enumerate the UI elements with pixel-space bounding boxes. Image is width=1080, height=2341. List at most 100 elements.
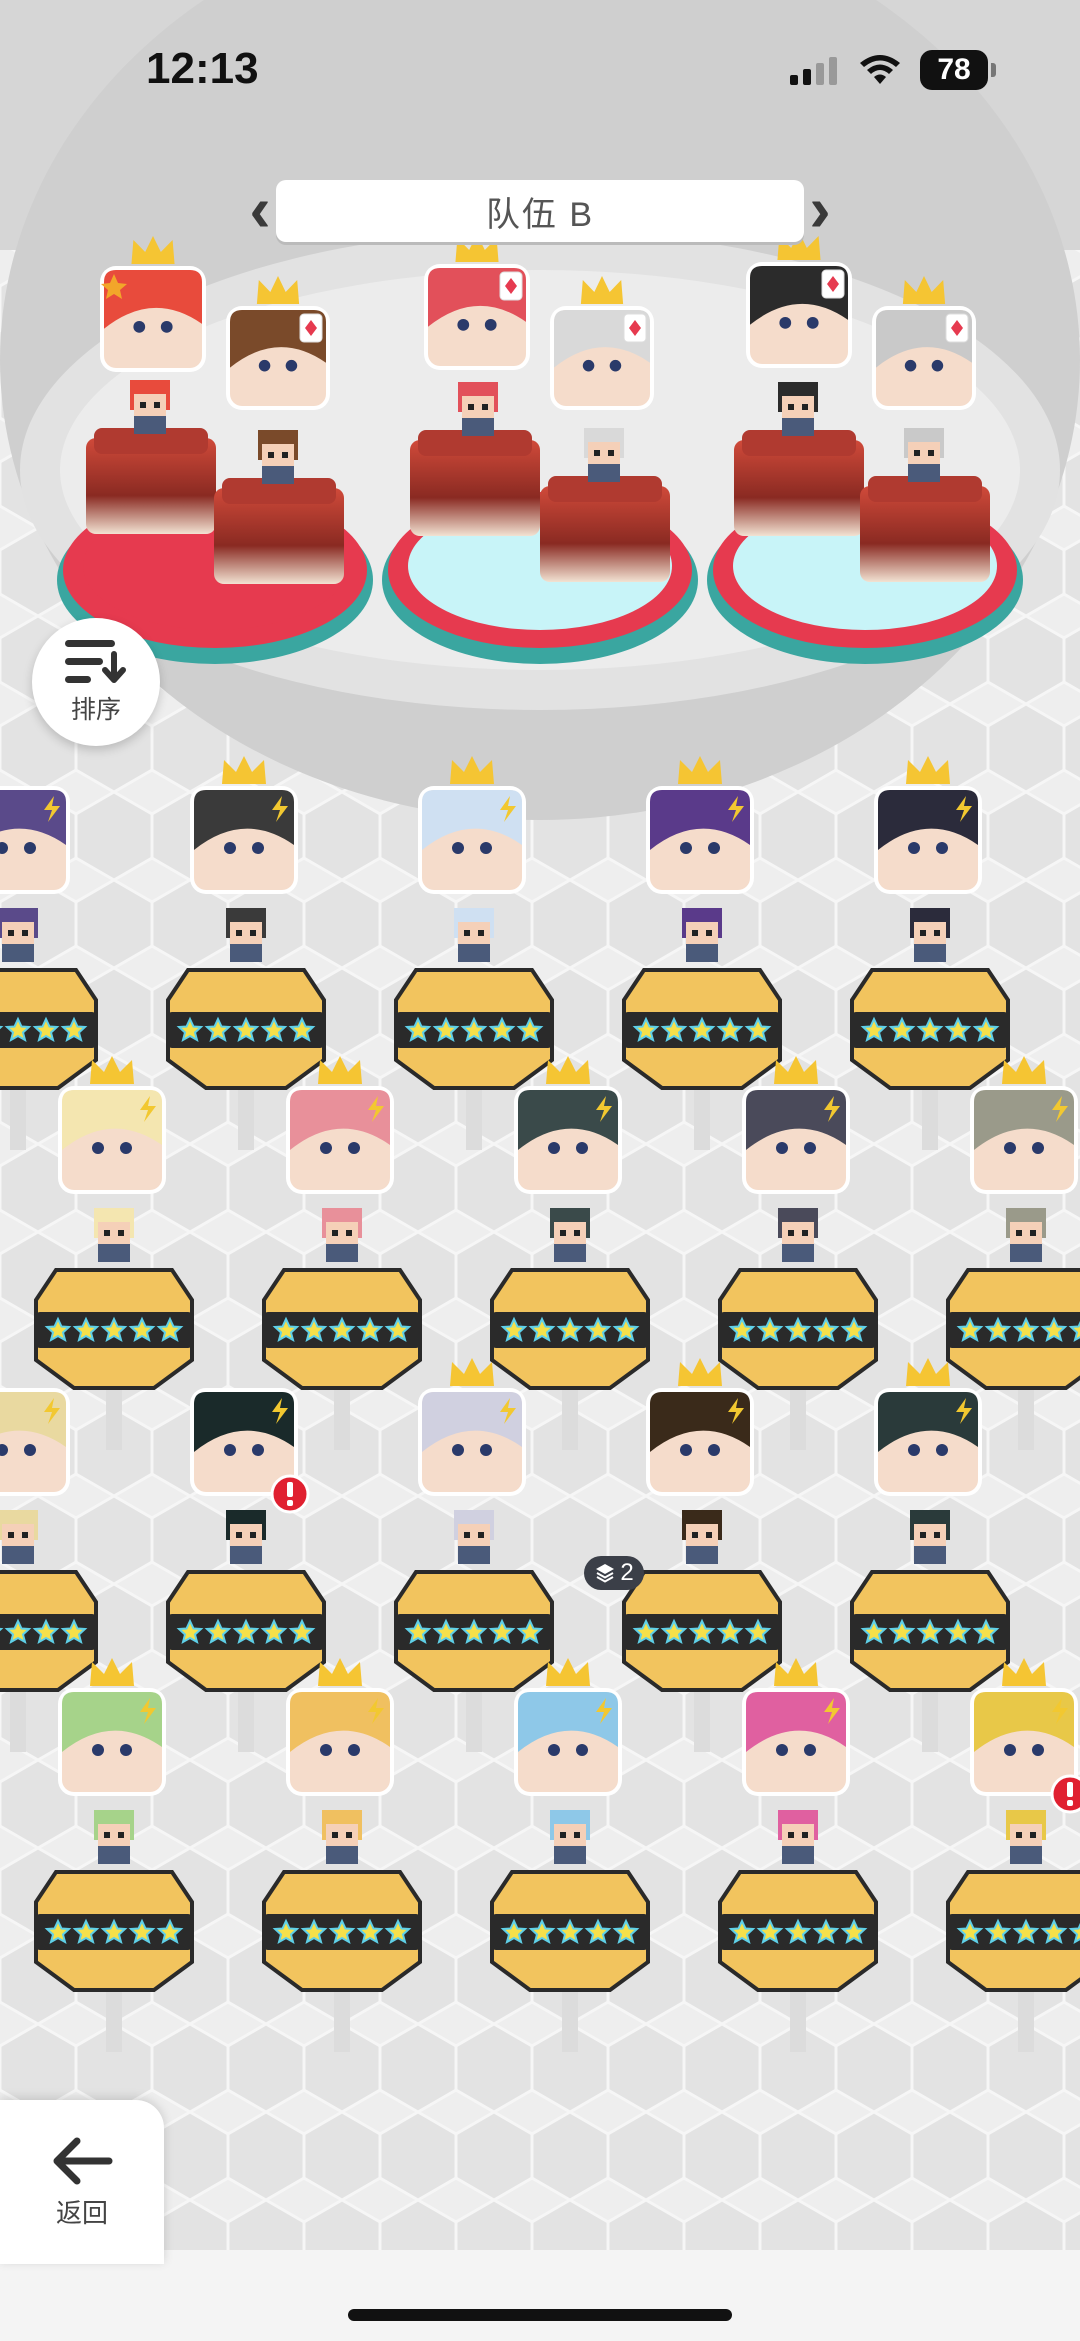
pixel-character — [226, 908, 266, 962]
sprite-face — [462, 396, 494, 418]
portrait-eye — [320, 1142, 332, 1154]
sprite-eye — [788, 1832, 794, 1838]
sprite-body — [1010, 1244, 1042, 1262]
back-arrow-icon — [53, 2137, 113, 2184]
sprite-body — [458, 944, 490, 962]
pedestal-pole — [238, 1080, 254, 1150]
sprite-eye — [346, 1832, 352, 1838]
sprite-eye — [236, 1532, 242, 1538]
portrait-eye — [480, 842, 492, 854]
sprite-body — [554, 1846, 586, 1864]
prev-team-button[interactable]: ‹ — [240, 176, 280, 246]
sort-label: 排序 — [70, 696, 121, 724]
sprite-face — [914, 922, 946, 944]
sprite-body — [98, 1846, 130, 1864]
sprite-eye — [1016, 1832, 1022, 1838]
portrait-eye — [160, 320, 173, 333]
portrait-eye — [936, 842, 948, 854]
sprite-face — [554, 1824, 586, 1846]
alert-dot — [287, 1500, 293, 1506]
portrait-eye — [484, 318, 497, 331]
pixel-character — [778, 382, 818, 436]
sprite-face — [782, 1222, 814, 1244]
portrait-eye — [133, 320, 146, 333]
portrait-eye — [776, 1142, 788, 1154]
portrait-eye — [806, 316, 819, 329]
portrait-eye — [804, 1142, 816, 1154]
sprite-body — [686, 1546, 718, 1564]
portrait-eye — [776, 1744, 788, 1756]
portrait-eye — [348, 1142, 360, 1154]
alert-icon — [1050, 1774, 1080, 1814]
sprite-eye — [706, 930, 712, 936]
pedestal-pole — [334, 1982, 350, 2052]
sprite-eye — [574, 1832, 580, 1838]
pedestal-pole — [1018, 1982, 1034, 2052]
roster-hero-1-card[interactable] — [0, 786, 70, 894]
portrait-eye — [320, 1744, 332, 1756]
sprite-eye — [594, 450, 600, 456]
sort-button[interactable]: 排序 — [32, 618, 160, 746]
sprite-eye — [560, 1832, 566, 1838]
portrait-eye — [904, 359, 917, 372]
portrait-eye — [936, 1444, 948, 1456]
portrait-eye — [224, 842, 236, 854]
pixel-character — [682, 908, 722, 962]
home-indicator — [348, 2309, 732, 2321]
sprite-body — [914, 1546, 946, 1564]
sprite-face — [98, 1222, 130, 1244]
next-team-button[interactable]: › — [800, 176, 840, 246]
sprite-body — [686, 944, 718, 962]
sprite-face — [588, 442, 620, 464]
status-time: 12:13 — [146, 44, 259, 93]
sprite-body — [462, 418, 494, 436]
pixel-character — [226, 1510, 266, 1564]
sprite-eye — [934, 1532, 940, 1538]
portrait-eye — [804, 1744, 816, 1756]
sprite-face — [782, 1824, 814, 1846]
sprite-eye — [478, 930, 484, 936]
sprite-face — [134, 394, 166, 416]
pedestal-pole — [334, 1380, 350, 1450]
sprite-face — [458, 1524, 490, 1546]
sprite-eye — [608, 450, 614, 456]
portrait-eye — [779, 316, 792, 329]
sprite-eye — [482, 404, 488, 410]
sprite-eye — [574, 1230, 580, 1236]
roster-hero-12-card[interactable] — [190, 1388, 310, 1514]
sprite-body — [554, 1244, 586, 1262]
portrait-eye — [258, 359, 271, 372]
portrait-eye — [609, 359, 622, 372]
sprite-eye — [332, 1832, 338, 1838]
alert-mark — [1067, 1782, 1073, 1797]
portrait-eye — [92, 1142, 104, 1154]
portrait-eye — [908, 1444, 920, 1456]
sprite-eye — [104, 1230, 110, 1236]
team-name-banner: 队伍 B — [276, 180, 804, 242]
portrait-eye — [457, 318, 470, 331]
pixel-character — [94, 1208, 134, 1262]
sprite-body — [230, 1546, 262, 1564]
sprite-eye — [268, 452, 274, 458]
portrait-eye — [576, 1142, 588, 1154]
sprite-eye — [332, 1230, 338, 1236]
pixel-character — [910, 908, 950, 962]
back-button[interactable]: 返回 — [0, 2100, 164, 2264]
portrait-eye — [1032, 1744, 1044, 1756]
portrait-eye — [931, 359, 944, 372]
sprite-body — [262, 466, 294, 484]
sprite-eye — [934, 930, 940, 936]
portrait-eye — [1004, 1142, 1016, 1154]
pedestal-pole — [922, 1080, 938, 1150]
portrait-eye — [285, 359, 298, 372]
sprite-eye — [706, 1532, 712, 1538]
roster-hero-11-card[interactable] — [0, 1388, 70, 1496]
alert-mark — [287, 1482, 293, 1497]
back-label: 返回 — [55, 2197, 108, 2228]
sprite-eye — [250, 1532, 256, 1538]
sprite-eye — [140, 402, 146, 408]
sprite-eye — [346, 1230, 352, 1236]
sprite-eye — [1030, 1230, 1036, 1236]
sprite-face — [2, 1524, 34, 1546]
sprite-body — [782, 1846, 814, 1864]
